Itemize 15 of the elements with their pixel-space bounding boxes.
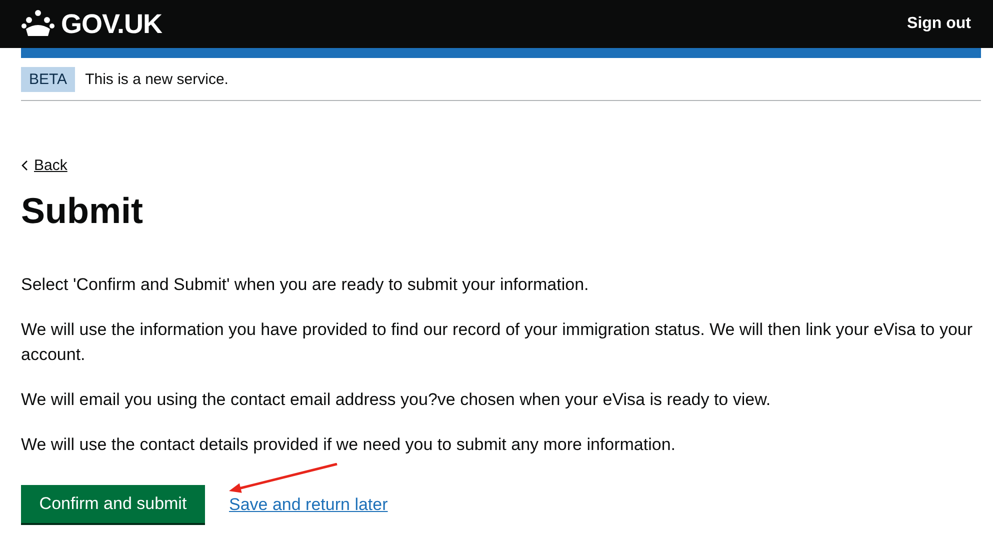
body-paragraph: We will use the information you have provided to find our record of your immigration status. We will then link your eVisa to your account. (21, 319, 974, 366)
logo-link[interactable]: GOV.UK (21, 8, 162, 40)
sign-out-link[interactable]: Sign out (907, 15, 971, 33)
beta-tag: BETA (21, 67, 76, 92)
chevron-left-icon (21, 160, 28, 171)
body-paragraph: We will use the contact details provided if we need you to submit any more information. (21, 434, 677, 456)
phase-banner-text: This is a new service. (85, 71, 228, 88)
body-paragraph: We will email you using the contact email address you?ve chosen when your eVisa is ready to view. (21, 389, 772, 411)
back-link[interactable]: Back (21, 157, 68, 174)
confirm-button[interactable]: Confirm and submit (21, 485, 205, 523)
page-title: Submit (21, 190, 144, 232)
save-link[interactable]: Save and return later (229, 496, 388, 512)
body-paragraph: Select 'Confirm and Submit' when you are ready to submit your information. (21, 274, 590, 296)
crown-icon (21, 9, 55, 39)
arrow-icon (227, 463, 339, 494)
